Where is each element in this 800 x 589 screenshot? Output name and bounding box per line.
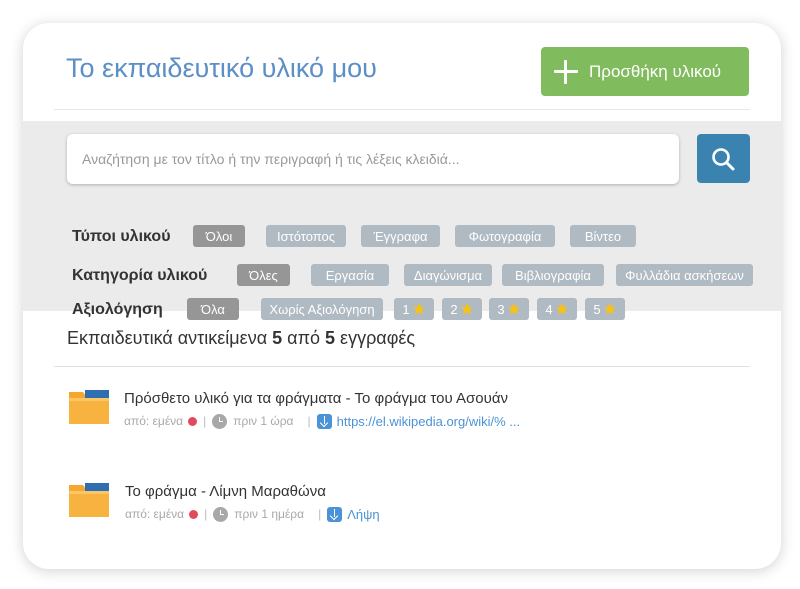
item-meta: από: εμένα | πριν 1 ημέρα | Λήψη	[125, 505, 380, 523]
materials-card: Το εκπαιδευτικό υλικό μου Προσθήκη υλικο…	[23, 23, 781, 569]
download-icon	[316, 413, 332, 429]
filter-label-types: Τύποι υλικού	[72, 228, 171, 245]
search-icon	[712, 148, 735, 171]
search-box	[67, 134, 679, 184]
chip-rating-2[interactable]: 2	[442, 298, 482, 320]
page-title: Το εκπαιδευτικό υλικό μου	[66, 53, 377, 83]
results-shown: 5	[272, 328, 283, 348]
add-material-label: Προσθήκη υλικού	[589, 61, 722, 81]
add-material-button[interactable]: Προσθήκη υλικού	[541, 47, 749, 96]
item-author: από: εμένα	[125, 507, 185, 521]
rating-value-5: 5	[593, 301, 601, 317]
chip-types-video[interactable]: Βίντεο	[570, 225, 636, 247]
results-divider	[54, 366, 750, 367]
download-icon	[327, 506, 343, 522]
chip-rating-all[interactable]: Όλα	[187, 298, 239, 320]
filter-row-rating: Αξιολόγηση Όλα Χωρίς Αξιολόγηση 1 2 3 4 …	[23, 298, 781, 322]
results-total: 5	[325, 328, 336, 348]
chip-category-all[interactable]: Όλες	[237, 264, 290, 286]
list-item: Πρόσθετο υλικό για τα φράγματα - Το φράγ…	[23, 388, 781, 448]
chip-rating-4[interactable]: 4	[537, 298, 577, 320]
results-count: Εκπαιδευτικά αντικείμενα 5 από 5 εγγραφέ…	[67, 328, 415, 349]
filter-row-category: Κατηγορία υλικού Όλες Εργασία Διαγώνισμα…	[23, 264, 781, 288]
header-divider	[54, 109, 750, 110]
folder-icon	[69, 483, 109, 517]
plus-icon	[553, 59, 579, 85]
chip-rating-1[interactable]: 1	[394, 298, 434, 320]
filter-label-rating: Αξιολόγηση	[72, 301, 163, 318]
item-title[interactable]: Το φράγμα - Λίμνη Μαραθώνα	[125, 483, 326, 500]
item-time: πριν 1 ώρα	[233, 414, 294, 428]
star-icon	[460, 303, 473, 315]
star-icon	[603, 303, 616, 315]
search-button[interactable]	[697, 134, 750, 183]
results-suffix: εγγραφές	[340, 328, 416, 348]
star-icon	[555, 303, 568, 315]
meta-separator: |	[318, 507, 322, 521]
results-middle: από	[287, 328, 320, 348]
folder-icon	[69, 390, 109, 424]
list-item: Το φράγμα - Λίμνη Μαραθώνα από: εμένα | …	[23, 481, 781, 541]
rating-value-2: 2	[450, 301, 458, 317]
chip-category-exam[interactable]: Διαγώνισμα	[404, 264, 492, 286]
rating-value-4: 4	[545, 301, 553, 317]
chip-category-bibliography[interactable]: Βιβλιογραφία	[502, 264, 604, 286]
item-time: πριν 1 ημέρα	[234, 507, 305, 521]
chip-types-all[interactable]: Όλοι	[193, 225, 245, 247]
chip-types-photo[interactable]: Φωτογραφία	[455, 225, 555, 247]
results-prefix: Εκπαιδευτικά αντικείμενα	[67, 328, 268, 348]
rating-value-1: 1	[402, 301, 410, 317]
chip-category-assignment[interactable]: Εργασία	[311, 264, 389, 286]
star-icon	[507, 303, 520, 315]
item-author: από: εμένα	[124, 414, 184, 428]
clock-icon	[212, 413, 228, 429]
chip-category-worksheets[interactable]: Φυλλάδια ασκήσεων	[616, 264, 753, 286]
chip-types-website[interactable]: Ιστότοπος	[266, 225, 346, 247]
chip-rating-none[interactable]: Χωρίς Αξιολόγηση	[261, 298, 383, 320]
chip-rating-3[interactable]: 3	[489, 298, 529, 320]
star-icon	[412, 303, 425, 315]
meta-separator: |	[204, 507, 208, 521]
author-status-dot	[189, 509, 199, 519]
filter-row-types: Τύποι υλικού Όλοι Ιστότοπος Έγγραφα Φωτο…	[23, 225, 781, 249]
header: Το εκπαιδευτικό υλικό μου Προσθήκη υλικο…	[23, 23, 781, 121]
search-input[interactable]	[82, 151, 679, 167]
download-link[interactable]: Λήψη	[347, 507, 379, 522]
meta-separator: |	[307, 414, 311, 428]
rating-value-3: 3	[497, 301, 505, 317]
filters-panel: Τύποι υλικού Όλοι Ιστότοπος Έγγραφα Φωτο…	[23, 121, 781, 320]
author-status-dot	[188, 416, 198, 426]
chip-rating-5[interactable]: 5	[585, 298, 625, 320]
item-title[interactable]: Πρόσθετο υλικό για τα φράγματα - Το φράγ…	[124, 390, 508, 407]
clock-icon	[213, 506, 229, 522]
chip-types-documents[interactable]: Έγγραφα	[361, 225, 440, 247]
item-meta: από: εμένα | πριν 1 ώρα | https://el.wik…	[124, 412, 520, 430]
filter-label-category: Κατηγορία υλικού	[72, 267, 208, 284]
item-link[interactable]: https://el.wikipedia.org/wiki/% ...	[337, 414, 521, 429]
meta-separator: |	[203, 414, 207, 428]
